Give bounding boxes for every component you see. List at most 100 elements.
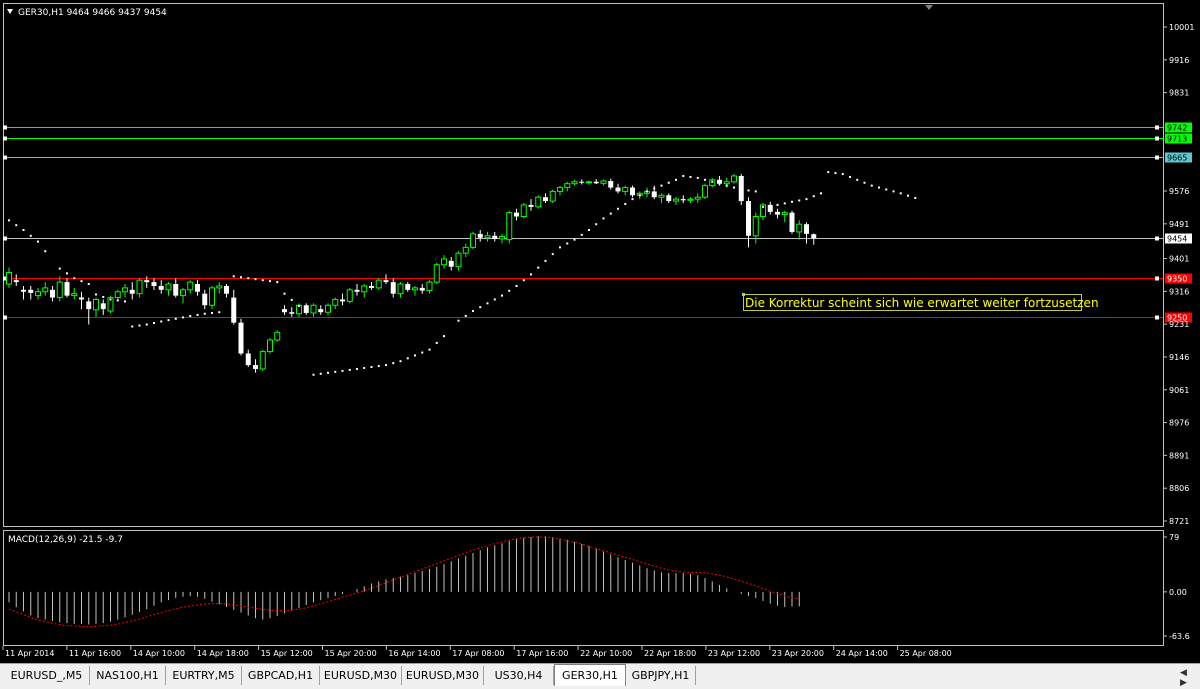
chart-tab[interactable]: GBPJPY,H1 [626,666,696,685]
sar-dot [493,298,496,301]
candle-body [433,264,440,283]
chart-tab[interactable]: EURUSD_,M5 [4,666,90,685]
macd-label: MACD(12,26,9) -21.5 -9.7 [8,535,123,545]
sar-dot [116,299,119,302]
annotation-text: Die Korrektur scheint sich wie erwartet … [745,296,1099,310]
sar-dot [29,234,32,237]
candle-body [231,297,237,323]
sar-dot [312,373,315,376]
sar-dot [218,311,221,314]
macd-y-tick-label: -63.6 [1169,632,1190,641]
chart-tab[interactable]: GER30,H1 [554,664,626,686]
level-handle[interactable] [3,155,7,160]
sar-dot [827,171,830,174]
level-handle[interactable] [3,125,7,130]
candle-body [600,180,607,184]
candle-body [129,289,135,294]
candle-body [441,258,447,266]
candle-body [608,180,614,188]
candle-body [122,287,128,293]
candle-body [775,211,780,215]
y-tick-label: 9576 [1169,187,1189,196]
sar-dot [551,253,554,256]
candle-body [136,279,143,295]
sar-dot [363,366,366,369]
level-handle[interactable] [1155,236,1159,241]
x-tick-label: 17 Apr 08:00 [452,649,504,658]
sar-dot [406,357,409,360]
sar-dot [798,199,801,202]
x-tick-label: 15 Apr 20:00 [325,649,377,658]
sar-dot [870,184,873,187]
level-handle[interactable] [3,136,7,141]
candle-body [746,201,751,236]
tab-scroll-arrows-icon[interactable]: ◀ ▶ [1180,668,1196,688]
level-handle[interactable] [3,315,7,320]
candle-body [21,289,26,292]
sar-dot [479,306,482,309]
level-handle[interactable] [1155,315,1159,320]
x-tick-label: 22 Apr 10:00 [580,649,632,658]
candle-body [630,187,635,196]
sar-dot [522,279,525,282]
sar-dot [254,278,257,281]
candle-body [586,181,592,184]
chart-tab[interactable]: EURUSD,M30 [402,666,484,685]
sar-dot [740,188,743,191]
chart-tab-bar: ◀ ▶ EURUSD_,M5 NAS100,H1 EURTRY,M5 GBPCAD,H… [0,663,1200,689]
candle-body [752,215,759,237]
sar-dot [617,207,619,210]
candle-body [543,197,548,202]
sar-dot [102,295,105,298]
y-tick-label: 9401 [1169,255,1189,264]
candle-body [651,191,657,198]
chart-tab[interactable]: GBPCAD,H1 [242,666,320,685]
candle-body [369,285,374,288]
chart-annotation[interactable]: Die Korrektur scheint sich wie erwartet … [742,293,1099,311]
candle-body [694,196,701,200]
chart-tab[interactable]: EURUSD,M30 [320,666,402,685]
sar-dot [131,325,134,328]
chart-tab[interactable]: NAS100,H1 [90,666,166,685]
price-chart[interactable]: GER30,H1 9464 9466 9437 9454 MACD(12,26,… [0,0,1200,663]
macd-y-tick-label: 0.00 [1169,588,1187,597]
sar-dot [559,246,561,249]
sar-dot [725,184,728,187]
x-tick-label: 14 Apr 18:00 [197,649,249,658]
candle-body [412,287,418,291]
sar-dot [44,250,47,253]
level-handle[interactable] [1155,125,1159,130]
candle-body [789,212,795,232]
sar-dot [247,277,250,280]
sar-dot [428,348,431,351]
candle-body [571,181,578,185]
candle-body [310,304,317,314]
chart-tab[interactable]: EURTRY,M5 [166,666,242,685]
sar-dot [167,319,170,322]
sar-dot [588,229,590,232]
level-handle[interactable] [1155,136,1159,141]
x-tick-label: 14 Apr 10:00 [133,649,185,658]
sar-dot [914,196,917,199]
sar-dot [290,298,293,301]
sar-dot [377,365,380,368]
candle-body [216,285,223,289]
candle-body [318,309,324,313]
sar-dot [298,305,300,308]
chart-window[interactable]: GER30,H1 9464 9466 9437 9454 MACD(12,26,… [0,0,1200,689]
level-price-label: 9713 [1167,135,1187,144]
candle-body [195,284,200,292]
level-handle[interactable] [3,236,7,241]
sar-dot [486,302,489,305]
candle-body [470,233,476,248]
chart-tab[interactable]: US30,H4 [484,666,554,685]
candle-body [144,280,150,283]
sar-dot [276,281,279,284]
sar-dot [602,217,605,220]
candle-body [673,198,679,202]
candle-body [187,281,194,291]
x-tick-label: 24 Apr 14:00 [836,649,888,658]
level-handle[interactable] [1155,276,1159,281]
level-handle[interactable] [1155,155,1159,160]
candle-body [811,234,817,239]
